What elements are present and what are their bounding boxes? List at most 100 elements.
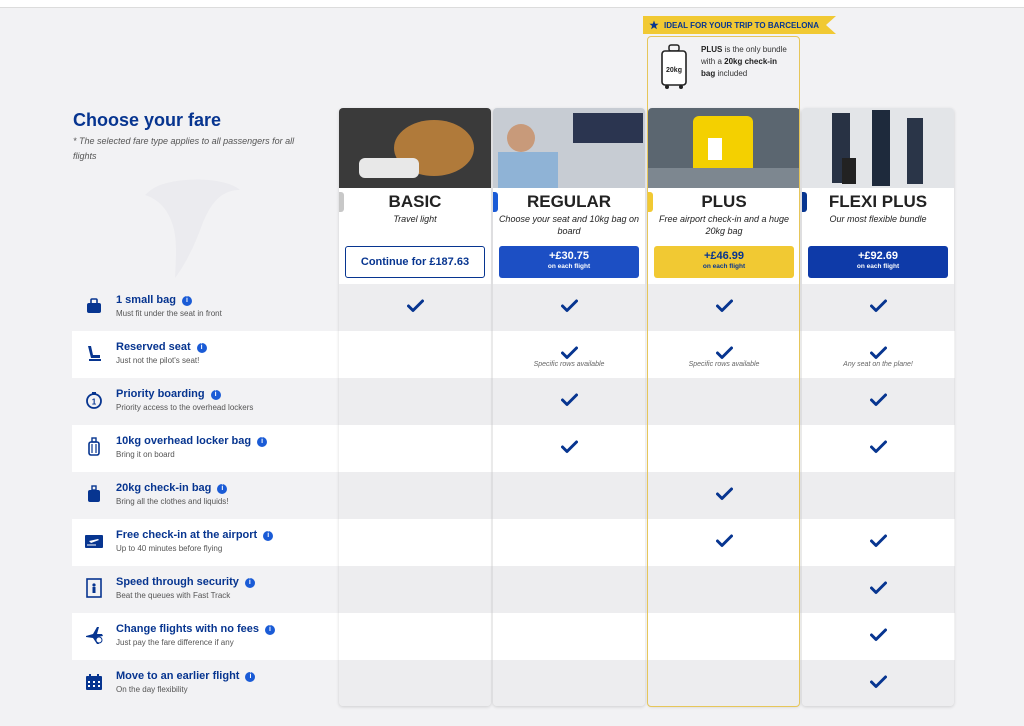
continue-basic-button[interactable]: Continue for £187.63 — [345, 246, 485, 278]
suitcase-20kg-icon: 20kg — [661, 44, 687, 89]
fare-tagline: Free airport check-in and a huge 20kg ba… — [658, 214, 790, 236]
feature-cell — [648, 425, 800, 472]
info-icon[interactable]: i — [217, 484, 228, 494]
feature-cell: Specific rows available — [493, 331, 645, 378]
checkmark-icon — [561, 393, 578, 406]
checkmark-icon — [716, 487, 733, 500]
info-icon[interactable]: i — [210, 390, 221, 400]
feature-title: 1 small bag i — [116, 294, 192, 306]
checkmark-icon — [870, 299, 887, 312]
info-icon[interactable]: i — [245, 672, 256, 682]
checkmark-icon — [407, 299, 424, 312]
feature-cell — [802, 378, 954, 425]
feature-cell — [493, 284, 645, 331]
star-icon — [649, 20, 659, 30]
feature-cell — [339, 472, 491, 519]
feature-title: Move to an earlier flight i — [116, 670, 256, 682]
feature-cell — [493, 613, 645, 660]
feature-cell — [648, 284, 800, 331]
feature-cell — [493, 378, 645, 425]
info-icon[interactable]: i — [244, 578, 255, 588]
feature-title: 10kg overhead locker bag i — [116, 435, 268, 447]
fare-price: +£92.69 — [857, 250, 899, 262]
feature-title: 20kg check-in bag i — [116, 482, 228, 494]
feature-cell — [339, 378, 491, 425]
feature-cell — [339, 519, 491, 566]
fare-tagline: Choose your seat and 10kg bag on board — [498, 214, 640, 236]
info-icon[interactable]: i — [257, 437, 268, 447]
page-title: Choose your fare — [73, 110, 222, 130]
checkmark-icon — [870, 346, 887, 359]
feature-cell — [802, 660, 954, 706]
small-bag-icon — [87, 298, 101, 313]
feature-cell — [648, 519, 800, 566]
checkmark-icon — [561, 299, 578, 312]
feature-cell — [802, 613, 954, 660]
seat-icon — [88, 346, 101, 361]
feature-cell — [648, 472, 800, 519]
fare-price: +£46.99 — [703, 250, 745, 262]
feature-title: Free check-in at the airport i — [116, 529, 274, 541]
fare-photo — [802, 108, 954, 188]
feature-cell — [648, 660, 800, 706]
fare-name: REGULAR — [526, 192, 612, 211]
feature-description: Priority access to the overhead lockers — [116, 403, 254, 412]
fare-note: * The selected fare type applies to all … — [73, 136, 295, 161]
feature-cell — [802, 425, 954, 472]
fare-tagline: Travel light — [393, 214, 437, 224]
feature-description: On the day flexibility — [116, 685, 188, 694]
fare-price-sub: on each flight — [856, 263, 900, 270]
feature-cell — [648, 566, 800, 613]
svg-text:1: 1 — [92, 398, 97, 407]
select-fare-button[interactable]: +£30.75 on each flight — [499, 246, 639, 278]
fare-photo — [493, 108, 645, 188]
cell-note: Specific rows available — [533, 361, 605, 368]
fare-column-plus: PLUS Free airport check-in and a huge 20k… — [648, 108, 800, 706]
feature-cell — [802, 284, 954, 331]
cell-note: Any seat on the plane! — [843, 361, 913, 368]
feature-title: Change flights with no fees i — [116, 623, 276, 635]
feature-cell: Specific rows available — [648, 331, 800, 378]
fare-name: BASIC — [388, 192, 442, 211]
boarding-pass-icon — [85, 535, 103, 548]
fare-price: +£30.75 — [548, 250, 590, 262]
info-icon[interactable]: i — [265, 625, 276, 635]
feature-cell — [493, 425, 645, 472]
feature-cell — [339, 660, 491, 706]
checkmark-icon — [870, 581, 887, 594]
info-icon[interactable]: i — [181, 296, 192, 306]
feature-cell — [339, 284, 491, 331]
fare-name: PLUS — [701, 192, 747, 211]
banner-tail — [826, 16, 836, 34]
feature-cell — [339, 613, 491, 660]
plane-change-icon — [86, 627, 103, 644]
feature-description: Up to 40 minutes before flying — [116, 544, 223, 553]
fare-column-basic: BASIC Travel light Continue for £187.63 — [339, 108, 491, 706]
feature-description: Bring it on board — [116, 450, 175, 459]
feature-cell — [493, 566, 645, 613]
checkmark-icon — [870, 393, 887, 406]
checkmark-icon — [561, 440, 578, 453]
feature-cell — [493, 519, 645, 566]
fare-column-flexi-plus: FLEXI PLUS Our most flexible bundle +£92.6… — [802, 108, 954, 706]
calendar-icon — [86, 674, 102, 690]
select-fare-button[interactable]: +£46.99 on each flight — [654, 246, 794, 278]
info-icon[interactable]: i — [263, 531, 274, 541]
checkmark-icon — [870, 440, 887, 453]
fare-column-regular: REGULAR Choose your seat and 10kg bag on … — [493, 108, 645, 706]
feature-cell — [802, 566, 954, 613]
feature-cell — [339, 566, 491, 613]
select-fare-button[interactable]: +£92.69 on each flight — [808, 246, 948, 278]
feature-description: Bring all the clothes and liquids! — [116, 497, 229, 506]
info-icon[interactable]: i — [196, 343, 207, 353]
plus-promo-text: PLUS is the only bundle with a 20kg chec… — [701, 45, 787, 78]
feature-title: Reserved seat i — [116, 341, 207, 353]
checkmark-icon — [716, 299, 733, 312]
checkmark-icon — [870, 534, 887, 547]
feature-title: Priority boarding i — [116, 388, 221, 400]
fare-tagline: Our most flexible bundle — [829, 214, 927, 224]
feature-cell — [802, 519, 954, 566]
checkmark-icon — [716, 534, 733, 547]
harp-logo-watermark-icon — [145, 179, 240, 278]
feature-cell — [802, 472, 954, 519]
